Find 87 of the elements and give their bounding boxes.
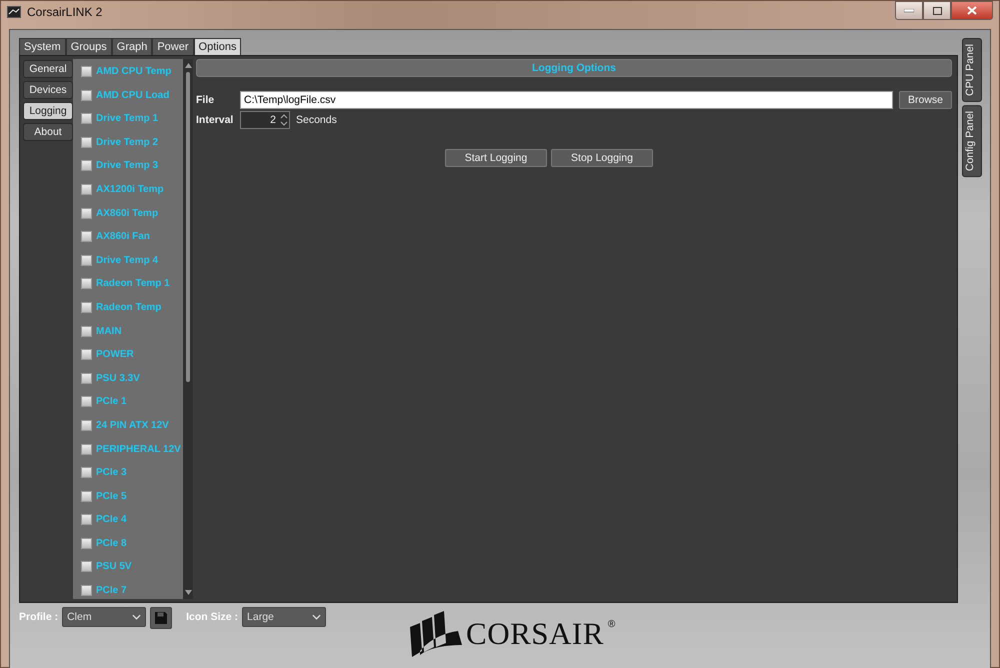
logo-text: CORSAIR (466, 616, 604, 652)
window-title: CorsairLINK 2 (27, 5, 102, 19)
sensor-label[interactable]: AMD CPU Load (96, 90, 170, 101)
sensor-label[interactable]: PERIPHERAL 12V (96, 444, 181, 454)
maximize-button[interactable] (923, 1, 951, 20)
side-panel-tab[interactable]: CPU Panel (962, 38, 982, 102)
tab[interactable]: Groups (66, 38, 112, 55)
minimize-icon (904, 8, 914, 12)
icon-size-label: Icon Size : (186, 611, 238, 624)
checkbox[interactable] (81, 302, 92, 313)
sensor-label[interactable]: PCIe 4 (96, 514, 127, 526)
file-input[interactable]: C:\Temp\logFile.csv (240, 91, 893, 109)
sensor-label[interactable]: AX860i Fan (96, 231, 150, 242)
checkbox[interactable] (81, 231, 92, 242)
side-tab[interactable]: About (23, 123, 73, 141)
sensor-label[interactable]: PCIe 7 (96, 585, 127, 596)
checkbox[interactable] (81, 278, 92, 290)
icon-size-dropdown[interactable]: Large (242, 607, 326, 628)
sensor-label[interactable]: MAIN (96, 326, 122, 337)
sensor-label[interactable]: POWER (96, 349, 134, 360)
sensor-label[interactable]: 24 PIN ATX 12V (96, 420, 169, 431)
side-panel-tab[interactable]: Config Panel (962, 104, 982, 178)
sensor-label[interactable]: Drive Temp 4 (96, 254, 158, 266)
side-tab[interactable]: Logging (23, 102, 73, 120)
side-tab[interactable]: Devices (23, 81, 73, 99)
checkbox[interactable] (81, 467, 92, 478)
sensor-label[interactable]: PCIe 5 (96, 490, 127, 502)
checkbox[interactable] (81, 66, 92, 77)
checkbox[interactable] (81, 420, 92, 431)
sensor-label[interactable]: PCIe 8 (96, 538, 127, 549)
tab[interactable]: Options (194, 38, 242, 55)
caret-icon (132, 614, 142, 620)
checkbox[interactable] (81, 160, 92, 172)
sails-logo-icon (408, 609, 462, 660)
checkbox[interactable] (81, 396, 92, 408)
close-icon (967, 6, 977, 15)
checkbox[interactable] (81, 136, 92, 148)
minimize-button[interactable] (895, 1, 923, 20)
sensor-label[interactable]: PCIe 3 (96, 467, 127, 478)
sensor-label[interactable]: AMD CPU Temp (96, 66, 172, 77)
side-tab[interactable]: General (23, 60, 73, 78)
save-button[interactable] (150, 607, 172, 630)
checkbox[interactable] (81, 326, 92, 337)
interval-spinner[interactable]: 2 (240, 111, 290, 129)
app-icon (7, 6, 21, 18)
tab[interactable]: System (19, 38, 66, 55)
sensor-label[interactable]: Radeon Temp (96, 302, 162, 313)
tab[interactable]: Graph (112, 38, 152, 55)
sensor-label[interactable]: PSU 3.3V (96, 372, 140, 384)
sensor-label[interactable]: AX860i Temp (96, 208, 158, 219)
sensor-label[interactable]: Drive Temp 2 (96, 136, 158, 148)
tab[interactable]: Power (152, 38, 194, 55)
checkbox[interactable] (81, 208, 92, 219)
interval-label: Interval (196, 114, 234, 126)
sensor-label[interactable]: Radeon Temp 1 (96, 278, 170, 290)
close-button[interactable] (951, 1, 993, 20)
sensor-label[interactable]: AX1200i Temp (96, 184, 164, 195)
registered-mark: ® (608, 619, 616, 630)
scrollbar[interactable] (183, 59, 193, 600)
browse-button[interactable]: Browse (898, 91, 952, 109)
logging-button[interactable]: Start Logging (445, 149, 547, 167)
checkbox[interactable] (81, 538, 92, 549)
scroll-up-icon (184, 63, 192, 68)
logging-button[interactable]: Stop Logging (551, 149, 653, 167)
caret-icon (312, 614, 322, 620)
checkbox[interactable] (81, 254, 92, 266)
checkbox[interactable] (81, 561, 92, 572)
maximize-icon (932, 6, 942, 14)
section-header: Logging Options (196, 59, 952, 77)
sensor-label[interactable]: PCIe 1 (96, 396, 127, 408)
checkbox[interactable] (81, 514, 92, 526)
sensor-label[interactable]: Drive Temp 1 (96, 113, 158, 124)
interval-unit: Seconds (296, 114, 337, 126)
checkbox[interactable] (81, 184, 92, 195)
checkbox[interactable] (81, 490, 92, 502)
profile-label: Profile : (19, 611, 58, 624)
checkbox[interactable] (81, 113, 92, 124)
file-label: File (196, 94, 216, 106)
checkbox[interactable] (81, 444, 92, 454)
sensor-label[interactable]: Drive Temp 3 (96, 160, 158, 172)
scroll-down-icon (184, 590, 192, 596)
checkbox[interactable] (81, 372, 92, 384)
checkbox[interactable] (81, 90, 92, 101)
checkbox[interactable] (81, 349, 92, 360)
profile-dropdown[interactable]: Clem (62, 607, 146, 628)
checkbox[interactable] (81, 585, 92, 596)
sensor-label[interactable]: PSU 5V (96, 561, 132, 572)
